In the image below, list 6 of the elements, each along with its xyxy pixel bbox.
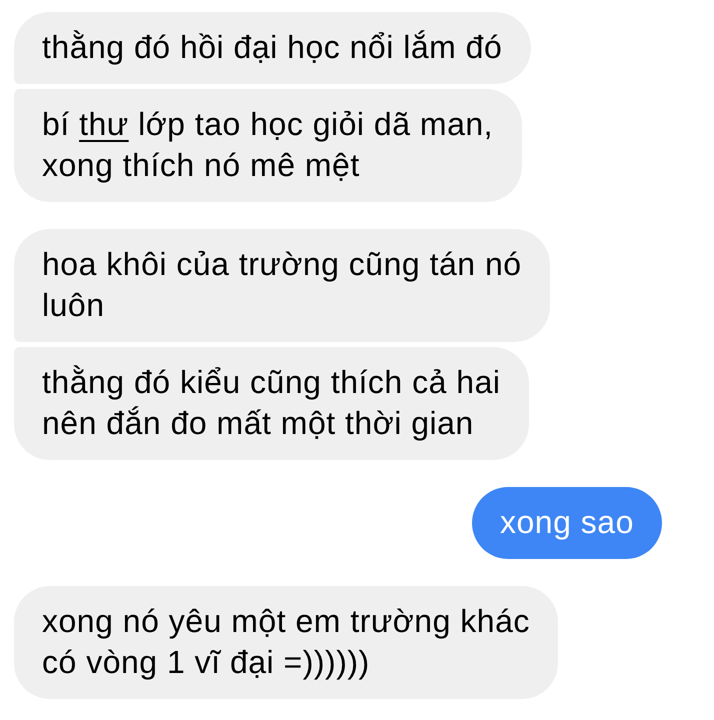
received-message-bubble: thằng đó hồi đại học nổi lắm đó [14,12,531,84]
received-message-bubble: xong nó yêu một em trường khác có vòng 1 vĩ đại =)))))) [14,586,558,699]
received-message-bubble: bí thư lớp tao học giỏi dã man, xong thích nó mê mệt [14,89,522,202]
received-message-bubble: thằng đó kiểu cũng thích cả hai nên đắn đo mất một thời gian [14,347,529,460]
sent-message-bubble: xong sao [472,487,662,559]
received-message-bubble: hoa khôi của trường cũng tán nó luôn [14,229,550,342]
